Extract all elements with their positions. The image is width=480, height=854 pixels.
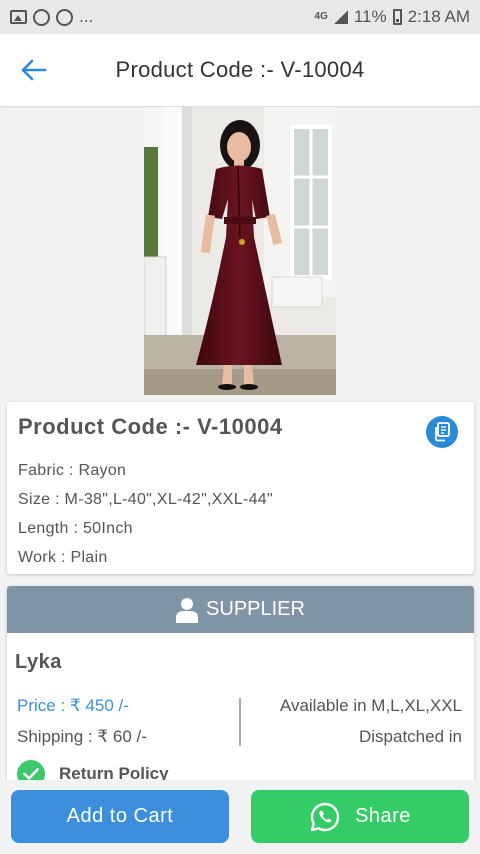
supplier-header: SUPPLIER [7,586,474,633]
product-info-card: Product Code :- V-10004 Fabric : Rayon S… [7,402,474,574]
dispatch-info: Dispatched in [358,727,462,746]
supplier-name: Lyka [15,651,62,673]
price-label: Price : [17,696,70,715]
status-bar: ... 4G 11% 2:18 AM [0,0,480,34]
network-type: 4G [314,11,328,22]
arrow-left-icon [21,59,47,81]
bottom-action-bar: Add to Cart Share [0,780,480,854]
person-icon [176,597,199,623]
supplier-header-label: SUPPLIER [206,598,305,620]
share-button[interactable]: Share [251,790,469,843]
product-photo [144,107,336,395]
more-notifications: ... [79,7,94,26]
supplier-card: SUPPLIER Lyka Price : ₹ 450 /- Shipping … [7,586,474,786]
battery-percent: 11% [353,7,387,26]
app-bar: Product Code :- V-10004 [0,34,480,106]
battery-icon [392,9,402,25]
notification-icons: ... [10,7,93,27]
price: Price : ₹ 450 /- [17,690,147,721]
attr-length: Length : 50Inch [18,520,133,537]
whatsapp-notification-icon [33,8,50,26]
system-status: 4G 11% 2:18 AM [315,7,470,27]
whatsapp-notification-icon-2 [56,8,73,26]
gallery-notification-icon [10,10,27,24]
product-attributes: Fabric : Rayon Size : M-38",L-40",XL-42"… [18,456,463,572]
shipping-cost: Shipping : ₹ 60 /- [17,727,147,746]
product-title: Product Code :- V-10004 [18,414,283,439]
add-to-cart-label: Add to Cart [66,805,174,827]
price-row: Price : ₹ 450 /- Shipping : ₹ 60 /- Avai… [7,690,474,752]
share-label: Share [355,805,411,827]
attr-work: Work : Plain [18,549,108,566]
whatsapp-icon [310,802,340,831]
signal-icon [333,10,348,24]
product-image[interactable] [144,107,336,395]
copy-icon [435,422,450,442]
attr-size: Size : M-38",L-40",XL-42",XXL-44" [18,491,273,508]
available-sizes: Available in M,L,XL,XXL [279,696,462,715]
back-button[interactable] [0,34,66,106]
price-value: ₹ 450 /- [69,696,129,715]
attr-fabric: Fabric : Rayon [18,462,127,479]
add-to-cart-button[interactable]: Add to Cart [11,790,229,843]
copy-button[interactable] [426,416,458,448]
vertical-divider [239,698,241,746]
page-title: Product Code :- V-10004 [115,57,365,82]
clock: 2:18 AM [407,7,470,26]
